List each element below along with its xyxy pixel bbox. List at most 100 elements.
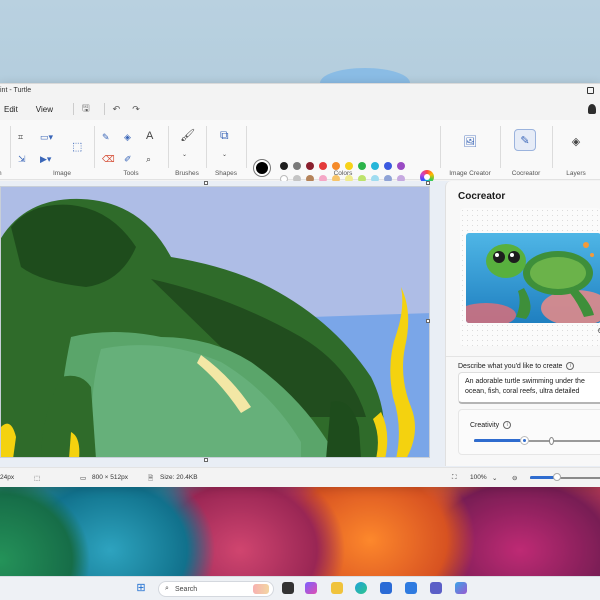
cocreator-button[interactable]: ✎ <box>514 129 536 151</box>
status-bar: 24px ⬚ ▭ 800 × 512px 🗎 Size: 20.4KB ⛶ 10… <box>0 467 600 487</box>
resize-handle[interactable] <box>426 319 430 323</box>
redo-icon[interactable]: ↷ <box>132 104 140 115</box>
creativity-slider-fill <box>474 439 525 442</box>
eraser-icon[interactable]: ⌫ <box>102 154 115 164</box>
window-title: int - Turtle <box>0 87 32 94</box>
zoom-out-icon[interactable]: ⊖ <box>512 474 517 482</box>
menu-divider <box>103 103 105 115</box>
color-swatch[interactable] <box>332 162 340 170</box>
account-avatar[interactable] <box>588 104 596 114</box>
ribbon-group-partial: n <box>0 120 10 180</box>
canvas-size-icon: ▭ <box>80 475 87 482</box>
ribbon-divider <box>440 126 441 168</box>
zoom-level[interactable]: 100% <box>470 474 487 481</box>
menu-edit[interactable]: Edit <box>4 105 26 114</box>
task-view-icon[interactable] <box>282 582 294 594</box>
group-label-image: Image <box>52 170 72 177</box>
save-icon[interactable]: 🖫 <box>82 101 90 117</box>
copilot-icon[interactable] <box>305 582 317 594</box>
rotate-icon[interactable]: ▶▾ <box>40 154 51 164</box>
chevron-down-icon[interactable]: ⌄ <box>222 150 227 160</box>
search-icon: ⌕ <box>165 585 169 592</box>
selection-icon: ⬚ <box>34 475 41 482</box>
file-size: Size: 20.4KB <box>160 474 198 481</box>
undo-icon[interactable]: ↶ <box>113 104 121 115</box>
brush-icon[interactable]: 🖌 <box>180 129 195 141</box>
chevron-down-icon[interactable]: ⌄ <box>182 150 187 160</box>
search-highlight-icon <box>253 584 269 594</box>
generated-image-preview[interactable] <box>466 233 600 323</box>
image-creator-icon[interactable]: 🖼 <box>459 130 481 152</box>
cocreator-panel: Cocreator 6 Describe what you'd like to … <box>445 181 600 466</box>
menu-view[interactable]: View <box>36 105 61 114</box>
color-swatch[interactable] <box>371 162 379 170</box>
maximize-button[interactable] <box>587 87 594 94</box>
panel-divider <box>446 356 600 357</box>
start-icon[interactable]: ⊞ <box>135 582 147 594</box>
ribbon-group-tools: ✎ ◈ A ⌫ ✐ ⌕ Tools <box>96 120 166 180</box>
drawing-canvas[interactable] <box>0 186 430 458</box>
panel-title: Cocreator <box>458 191 506 202</box>
image-select-icon[interactable]: ⬚ <box>72 142 82 153</box>
teams-icon[interactable] <box>430 582 442 594</box>
group-label-brushes: Brushes <box>175 170 199 177</box>
edge-icon[interactable] <box>355 582 367 594</box>
layers-icon[interactable]: ◈ <box>565 130 587 152</box>
ribbon-group-image: ⌗ ▭▾ ⇲ ▶▾ ⬚ Image <box>12 120 82 180</box>
menu-divider <box>73 103 74 115</box>
taskbar-search[interactable]: ⌕ Search <box>158 581 274 597</box>
store-icon[interactable] <box>380 582 392 594</box>
ribbon-divider <box>246 126 247 168</box>
select-icon[interactable]: ▭▾ <box>40 132 53 142</box>
color-picker-icon[interactable]: ✐ <box>124 154 132 164</box>
shapes-icon[interactable]: ⧉ <box>220 129 229 141</box>
paint-window: int - Turtle Edit View 🖫 ↶ ↷ n ⌗ ▭▾ ⇲ ▶▾… <box>0 83 600 487</box>
describe-label: Describe what you'd like to create i <box>458 362 575 370</box>
group-label-cocreator: Cocreator <box>511 170 541 177</box>
search-placeholder: Search <box>175 586 198 593</box>
resize-handle[interactable] <box>426 181 430 185</box>
color-swatch[interactable] <box>280 162 288 170</box>
prompt-line-1: An adorable turtle swimming under the <box>465 378 585 385</box>
color-swatch[interactable] <box>358 162 366 170</box>
ribbon-group-brushes: 🖌 ⌄ Brushes <box>170 120 204 180</box>
zoom-slider-thumb[interactable] <box>552 473 561 481</box>
canvas-size: 800 × 512px <box>92 474 128 481</box>
color-swatch[interactable] <box>319 162 327 170</box>
ribbon-group-image-creator: 🖼 Image Creator <box>442 120 498 180</box>
resize-handle[interactable] <box>204 458 208 462</box>
ribbon-divider <box>10 126 11 168</box>
color-swatch[interactable] <box>306 162 314 170</box>
chevron-down-icon[interactable]: ⌄ <box>492 474 497 482</box>
group-label-colors: Colors <box>333 170 353 177</box>
fit-to-window-icon[interactable]: ⛶ <box>452 474 457 482</box>
menu-bar: Edit View 🖫 ↶ ↷ <box>0 98 600 120</box>
pencil-icon[interactable]: ✎ <box>102 132 110 142</box>
text-icon[interactable]: A <box>146 131 153 142</box>
preview-area: 6 <box>460 208 600 346</box>
ribbon: n ⌗ ▭▾ ⇲ ▶▾ ⬚ Image ✎ ◈ A ⌫ ✐ ⌕ Tools 🖌 … <box>0 120 600 196</box>
resize-icon[interactable]: ⇲ <box>18 154 26 164</box>
color-swatch[interactable] <box>397 162 405 170</box>
ribbon-divider <box>500 126 501 168</box>
ribbon-divider <box>94 126 95 168</box>
file-explorer-icon[interactable] <box>331 582 343 594</box>
color-swatch[interactable] <box>345 162 353 170</box>
ribbon-group-cocreator: ✎ Cocreator <box>502 120 550 180</box>
paint-icon[interactable] <box>455 582 467 594</box>
info-icon[interactable]: i <box>566 362 575 370</box>
taskbar: ⊞ ⌕ Search <box>0 576 600 600</box>
fill-icon[interactable]: ◈ <box>124 132 131 142</box>
ribbon-group-layers: ◈ Layers <box>554 120 598 180</box>
color-swatch[interactable] <box>293 162 301 170</box>
prompt-input[interactable]: An adorable turtle swimming under the oc… <box>458 372 600 404</box>
magnifier-icon[interactable]: ⌕ <box>146 154 151 164</box>
crop-icon[interactable]: ⌗ <box>18 132 23 142</box>
color-swatch[interactable] <box>384 162 392 170</box>
info-icon[interactable]: i <box>503 421 512 429</box>
ribbon-divider <box>168 126 169 168</box>
outlook-icon[interactable] <box>405 582 417 594</box>
resize-handle[interactable] <box>204 181 208 185</box>
creativity-slider-marker <box>549 437 554 445</box>
group-label-tools: Tools <box>123 170 139 177</box>
